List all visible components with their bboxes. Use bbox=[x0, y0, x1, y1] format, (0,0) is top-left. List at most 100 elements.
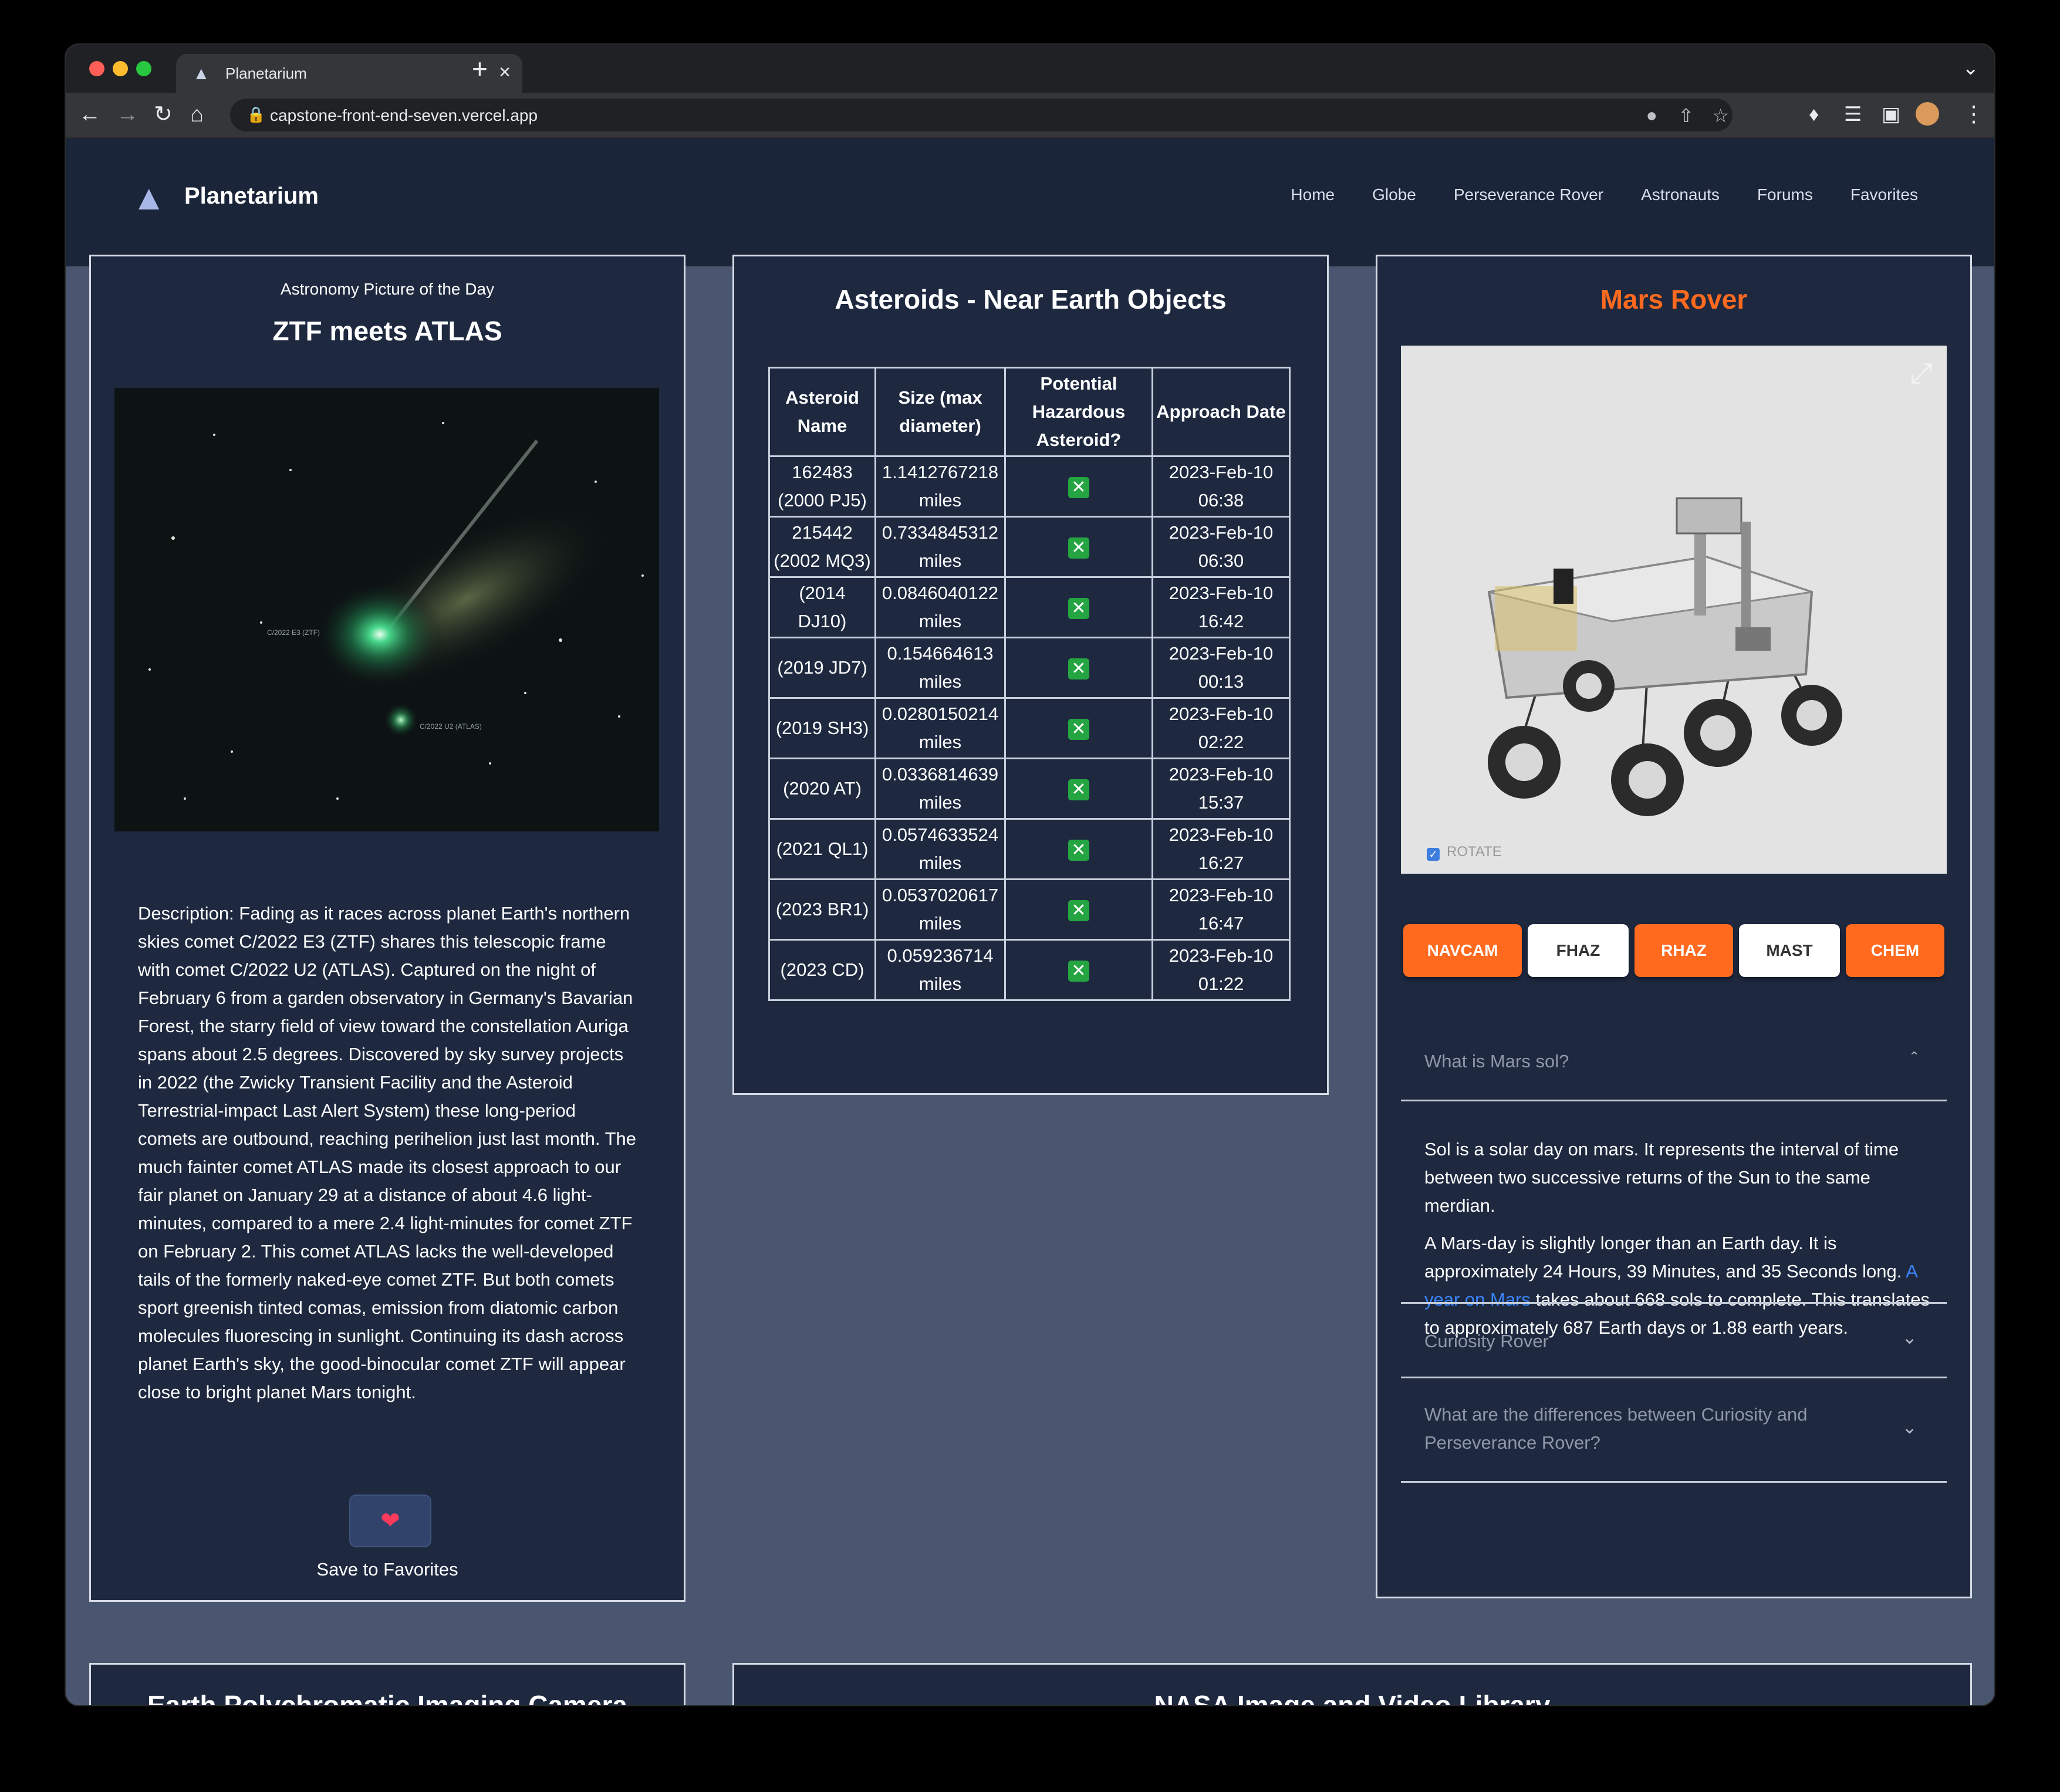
not-hazardous-x-icon: ✕ bbox=[1068, 960, 1089, 982]
rocket-logo-icon[interactable]: ▲ bbox=[131, 177, 173, 218]
lock-icon[interactable]: 🔒 bbox=[246, 106, 265, 124]
faq-question[interactable]: What are the differences between Curiosi… bbox=[1424, 1401, 1882, 1457]
asteroid-name: (2023 BR1) bbox=[768, 878, 876, 941]
approach-date: 2023-Feb-10 16:27 bbox=[1151, 818, 1291, 880]
faq-question[interactable]: What is Mars sol? bbox=[1424, 1047, 1882, 1076]
navcam-button[interactable]: NAVCAM bbox=[1403, 924, 1522, 977]
nasa-library-card: NASA Image and Video Library bbox=[732, 1663, 1972, 1705]
table-row: 215442 (2002 MQ3) 0.7334845312 miles ✕ 2… bbox=[768, 516, 1291, 578]
site-brand[interactable]: Planetarium bbox=[184, 183, 319, 209]
fullscreen-expand-icon[interactable]: ⤢ bbox=[1910, 357, 1933, 390]
approach-date: 2023-Feb-10 16:47 bbox=[1151, 878, 1291, 941]
comet-label-atlas: C/2022 U2 (ATLAS) bbox=[420, 722, 482, 731]
close-window-button[interactable] bbox=[89, 61, 104, 76]
not-hazardous-x-icon: ✕ bbox=[1068, 900, 1089, 921]
address-bar[interactable]: 🔒 capstone-front-end-seven.vercel.app ● … bbox=[230, 99, 1733, 131]
browser-toolbar: ← → ↻ ⌂ 🔒 capstone-front-end-seven.verce… bbox=[66, 93, 1994, 138]
neo-card: Asteroids - Near Earth Objects Asteroid … bbox=[732, 255, 1329, 1095]
save-to-favorites-button[interactable]: ❤ bbox=[349, 1495, 431, 1547]
approach-date: 2023-Feb-10 16:42 bbox=[1151, 576, 1291, 638]
location-pin-icon[interactable]: ● bbox=[1646, 104, 1657, 126]
asteroid-size: 0.0537020617 miles bbox=[874, 878, 1006, 941]
faq-question[interactable]: Curiosity Rover bbox=[1424, 1327, 1882, 1355]
close-tab-icon[interactable]: × bbox=[499, 61, 511, 84]
more-menu-icon[interactable]: ⋮ bbox=[1963, 100, 1985, 129]
faq-item-curiosity-vs-perseverance[interactable]: What are the differences between Curiosi… bbox=[1401, 1378, 1947, 1483]
chem-button[interactable]: CHEM bbox=[1846, 924, 1944, 977]
tab-search-chevron-icon[interactable]: ⌄ bbox=[1963, 56, 1980, 80]
asteroid-name: (2019 SH3) bbox=[768, 697, 876, 759]
browser-tab[interactable]: ▲ Planetarium × bbox=[176, 54, 522, 93]
reading-list-icon[interactable]: ☰ bbox=[1844, 100, 1862, 129]
hazard-cell: ✕ bbox=[1004, 637, 1153, 699]
nav-links: Home Globe Perseverance Rover Astronauts… bbox=[1291, 185, 1918, 204]
url-text[interactable]: capstone-front-end-seven.vercel.app bbox=[270, 106, 538, 125]
sol-paragraph-2-start: A Mars-day is slightly longer than an Ea… bbox=[1424, 1233, 1902, 1282]
approach-date: 2023-Feb-10 06:38 bbox=[1151, 455, 1291, 518]
nav-forums[interactable]: Forums bbox=[1757, 185, 1813, 204]
table-row: (2020 AT) 0.0336814639 miles ✕ 2023-Feb-… bbox=[768, 758, 1291, 820]
table-row: (2019 SH3) 0.0280150214 miles ✕ 2023-Feb… bbox=[768, 697, 1291, 759]
apod-image: C/2022 E3 (ZTF) C/2022 U2 (ATLAS) bbox=[114, 388, 659, 831]
back-arrow-icon[interactable]: ← bbox=[79, 100, 101, 129]
minimize-window-button[interactable] bbox=[113, 61, 128, 76]
hazard-cell: ✕ bbox=[1004, 758, 1153, 820]
nasa-library-title: NASA Image and Video Library bbox=[1154, 1690, 1551, 1705]
heart-icon: ❤ bbox=[380, 1508, 400, 1534]
approach-date: 2023-Feb-10 00:13 bbox=[1151, 637, 1291, 699]
asteroid-name: 162483 (2000 PJ5) bbox=[768, 455, 876, 518]
maximize-window-button[interactable] bbox=[136, 61, 151, 76]
asteroid-size: 0.0336814639 miles bbox=[874, 758, 1006, 820]
faq-item-mars-sol[interactable]: What is Mars sol? ˆ bbox=[1401, 1019, 1947, 1101]
asteroid-size: 0.0574633524 miles bbox=[874, 818, 1006, 880]
not-hazardous-x-icon: ✕ bbox=[1068, 839, 1089, 861]
rocket-favicon-icon: ▲ bbox=[193, 64, 210, 83]
tab-strip: ▲ Planetarium × + ⌄ bbox=[66, 45, 1994, 93]
site-navbar: ▲ Planetarium Home Globe Perseverance Ro… bbox=[66, 138, 1994, 266]
table-row: (2023 CD) 0.059236714 miles ✕ 2023-Feb-1… bbox=[768, 939, 1291, 1001]
reload-icon[interactable]: ↻ bbox=[154, 100, 173, 129]
nav-globe[interactable]: Globe bbox=[1372, 185, 1416, 204]
rotate-checkbox-icon[interactable]: ✓ bbox=[1427, 848, 1440, 861]
home-icon[interactable]: ⌂ bbox=[190, 100, 204, 129]
extensions-puzzle-icon[interactable]: ♦ bbox=[1809, 100, 1819, 129]
profile-avatar[interactable] bbox=[1916, 102, 1939, 126]
sol-paragraph-1: Sol is a solar day on mars. It represent… bbox=[1424, 1139, 1899, 1216]
asteroid-size: 0.059236714 miles bbox=[874, 939, 1006, 1001]
chevron-down-icon[interactable]: ⌄ bbox=[1902, 1326, 1917, 1348]
rover-title: Mars Rover bbox=[1600, 284, 1748, 315]
hazard-cell: ✕ bbox=[1004, 818, 1153, 880]
new-tab-icon[interactable]: + bbox=[472, 55, 488, 82]
nav-perseverance-rover[interactable]: Perseverance Rover bbox=[1454, 185, 1603, 204]
table-row: (2019 JD7) 0.154664613 miles ✕ 2023-Feb-… bbox=[768, 637, 1291, 699]
table-row: (2023 BR1) 0.0537020617 miles ✕ 2023-Feb… bbox=[768, 878, 1291, 941]
hazard-cell: ✕ bbox=[1004, 939, 1153, 1001]
hazard-cell: ✕ bbox=[1004, 878, 1153, 941]
fhaz-button[interactable]: FHAZ bbox=[1528, 924, 1629, 977]
approach-date: 2023-Feb-10 06:30 bbox=[1151, 516, 1291, 578]
side-panel-icon[interactable]: ▣ bbox=[1882, 100, 1900, 129]
mast-button[interactable]: MAST bbox=[1739, 924, 1840, 977]
not-hazardous-x-icon: ✕ bbox=[1068, 537, 1089, 559]
chevron-up-icon[interactable]: ˆ bbox=[1911, 1049, 1917, 1070]
apod-subtitle: Astronomy Picture of the Day bbox=[280, 280, 495, 298]
epic-card: Earth Polychromatic Imaging Camera bbox=[89, 1663, 685, 1705]
nav-astronauts[interactable]: Astronauts bbox=[1641, 185, 1720, 204]
table-row: 162483 (2000 PJ5) 1.1412767218 miles ✕ 2… bbox=[768, 455, 1291, 518]
hazard-cell: ✕ bbox=[1004, 697, 1153, 759]
nav-home[interactable]: Home bbox=[1291, 185, 1335, 204]
forward-arrow-icon[interactable]: → bbox=[116, 100, 139, 129]
faq-item-curiosity-rover[interactable]: Curiosity Rover ⌄ bbox=[1401, 1302, 1947, 1378]
col-hazardous: Potential Hazardous Asteroid? bbox=[1004, 367, 1153, 457]
not-hazardous-x-icon: ✕ bbox=[1068, 779, 1089, 800]
bookmark-star-icon[interactable]: ☆ bbox=[1712, 104, 1729, 127]
tab-title: Planetarium bbox=[225, 65, 307, 82]
apod-card: Astronomy Picture of the Day ZTF meets A… bbox=[89, 255, 685, 1602]
chevron-down-icon[interactable]: ⌄ bbox=[1902, 1416, 1917, 1438]
rhaz-button[interactable]: RHAZ bbox=[1635, 924, 1733, 977]
rotate-toggle[interactable]: ✓ ROTATE bbox=[1427, 844, 1502, 861]
apod-description: Description: Fading as it races across p… bbox=[138, 903, 636, 1402]
nav-favorites[interactable]: Favorites bbox=[1850, 185, 1918, 204]
rover-3d-viewer[interactable]: ⤢ ✓ ROTATE bbox=[1401, 346, 1947, 874]
share-icon[interactable]: ⇧ bbox=[1678, 104, 1694, 127]
